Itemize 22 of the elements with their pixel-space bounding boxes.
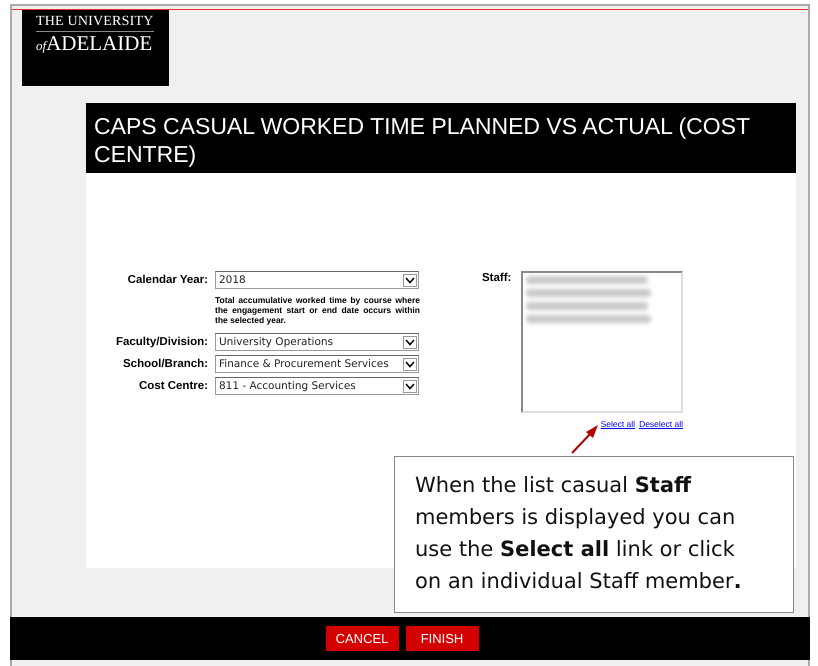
chevron-down-icon (403, 274, 417, 286)
field-label: Cost Centre: (138, 380, 209, 392)
dropdown[interactable]: 811 - Accounting Services (215, 377, 419, 395)
report-title: CAPS CASUAL WORKED TIME PLANNED VS ACTUAL (COST CENTRE) (86, 103, 796, 173)
field-label: Faculty/Division: (114, 336, 209, 348)
dropdown[interactable]: 2018 (215, 271, 419, 289)
university-logo: THE UNIVERSITY ofADELAIDE (22, 10, 169, 86)
dropdown[interactable]: University Operations (215, 333, 419, 351)
chevron-down-icon (403, 358, 417, 370)
link[interactable]: Select all (600, 419, 636, 429)
field-note: Total accumulative worked time by course where the engagement start or end date occurs within the selected year. (215, 295, 420, 325)
field-label: School/Branch: (122, 358, 209, 370)
finish-button[interactable]: FINISH (406, 626, 478, 651)
chevron-down-icon (403, 380, 417, 392)
cancel-button[interactable]: CANCEL (326, 626, 398, 651)
arrow (570, 423, 600, 455)
dropdown[interactable]: Finance & Procurement Services (215, 355, 419, 373)
callout-text: When the list casual Staff members is displayed you can use the Select all link or click on an individual Staff member. (394, 456, 794, 613)
field-label: Staff: (482, 271, 512, 284)
field-label: Calendar Year: (126, 274, 209, 286)
chevron-down-icon (403, 336, 417, 348)
link[interactable]: Deselect all (639, 419, 683, 429)
